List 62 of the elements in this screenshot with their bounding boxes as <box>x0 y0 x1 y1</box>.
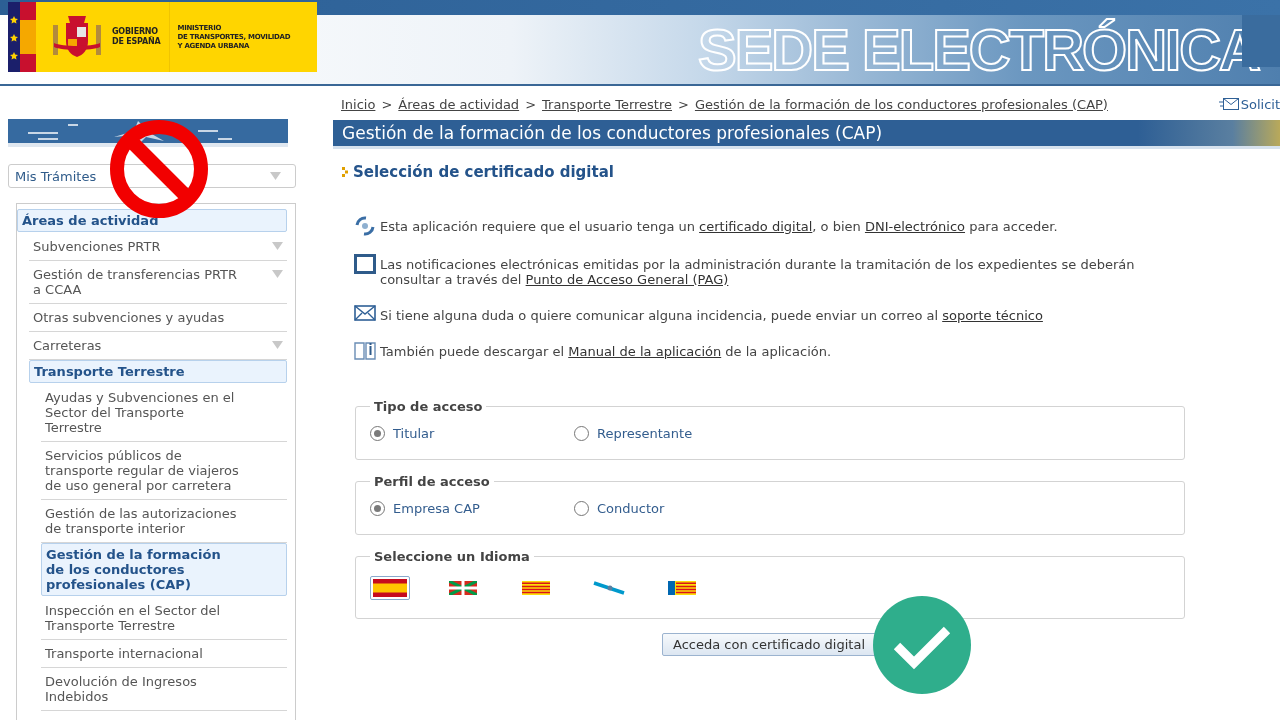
text-link[interactable]: Manual de la aplicación <box>568 344 722 359</box>
caret-icon <box>272 242 283 250</box>
text-link[interactable]: certificado digital <box>699 219 813 234</box>
breadcrumb-separator: > <box>381 96 393 112</box>
breadcrumb-link[interactable]: Inicio <box>341 96 376 112</box>
breadcrumb-separator: > <box>525 96 537 112</box>
nav-item[interactable]: Ayudas y Subvenciones en el Sector del Transporte Terrestre <box>41 384 287 442</box>
caret-icon <box>272 270 283 278</box>
radio-button[interactable] <box>574 501 589 516</box>
radio-button[interactable] <box>574 426 589 441</box>
submit-button[interactable]: Acceda con certificado digital <box>662 633 877 656</box>
sync-icon <box>354 216 376 236</box>
breadcrumb-link[interactable]: Transporte Terrestre <box>542 96 672 112</box>
checkmark-icon <box>873 596 971 694</box>
bullet-icon <box>342 167 349 177</box>
flag-icon <box>449 581 477 595</box>
nav-item[interactable]: Subvenciones PRTR <box>29 233 287 261</box>
nav-item[interactable]: Otras subvenciones y ayudas <box>29 304 287 332</box>
flag-icon <box>373 579 407 597</box>
radio-option[interactable]: Conductor <box>574 501 778 516</box>
site-title: SEDE ELECTRÓNICA <box>698 20 1259 80</box>
square-icon <box>354 254 376 274</box>
notice-text: Esta aplicación requiere que el usuario tenga un certificado digital, o bien DNI-electrónico para acceder. <box>380 219 1058 234</box>
radio-option[interactable]: Empresa CAP <box>370 501 574 516</box>
nav-item[interactable]: Servicios públicos de transporte regular de viajeros de uso general por carretera <box>41 442 287 500</box>
flag-icon <box>668 581 696 595</box>
notice-text: Las notificaciones electrónicas emitidas por la administración durante la tramitación de los expedientes se deberán consultar a través del Punto de Acceso General (PAG) <box>380 257 1136 287</box>
group-legend: Tipo de acceso <box>370 399 487 414</box>
page-title: Gestión de la formación de los conductores profesionales (CAP) <box>333 120 1280 149</box>
radio-option[interactable]: Representante <box>574 426 778 441</box>
flag-icon <box>593 581 625 595</box>
nav-item[interactable]: Áreas de actividad <box>17 209 287 232</box>
nav-item[interactable]: Transporte Terrestre <box>29 360 287 383</box>
language-button[interactable] <box>370 576 410 600</box>
book-icon <box>354 341 376 361</box>
radio-option[interactable]: Titular <box>370 426 574 441</box>
dropdown[interactable]: Mis Trámites <box>8 164 296 188</box>
nav-item[interactable]: Gestión de transferencias PRTR a CCAA <box>29 261 287 304</box>
breadcrumb-separator: > <box>678 96 689 112</box>
government-name: GOBIERNO DE ESPAÑA <box>112 27 161 47</box>
text-link[interactable]: Punto de Acceso General (PAG) <box>525 272 729 287</box>
breadcrumb-link[interactable]: Áreas de actividad <box>398 96 520 112</box>
flag-icon <box>522 581 550 595</box>
mail-icon <box>354 305 376 321</box>
notice-text: También puede descargar el Manual de la aplicación de la aplicación. <box>380 344 832 359</box>
section-heading: Selección de certificado digital <box>342 163 1280 181</box>
radio-button[interactable] <box>370 501 385 516</box>
caret-icon <box>270 172 281 180</box>
nav-item[interactable]: Transporte internacional <box>41 640 287 668</box>
group-legend: Seleccione un Idioma <box>370 549 534 564</box>
group-legend: Perfil de acceso <box>370 474 494 489</box>
nav-item[interactable]: Devolución de Ingresos Indebidos <box>41 668 287 711</box>
nav-item[interactable]: Gestión de la formación de los conductores profesionales (CAP) <box>41 543 287 596</box>
radio-button[interactable] <box>370 426 385 441</box>
notice-text: Si tiene alguna duda o quiere comunicar alguna incidencia, puede enviar un correo al soporte técnico <box>380 308 1043 323</box>
mail-icon <box>1218 98 1239 110</box>
text-link[interactable]: soporte técnico <box>942 308 1043 323</box>
text-link[interactable]: DNI-electrónico <box>864 219 965 234</box>
nav-item[interactable]: Inspección en el Sector del Transporte Terrestre <box>41 597 287 640</box>
caret-icon <box>272 341 283 349</box>
breadcrumb-link[interactable]: Gestión de la formación de los conductores profesionales (CAP) <box>694 96 1108 112</box>
contact-link[interactable]: Solicit <box>1218 96 1280 112</box>
